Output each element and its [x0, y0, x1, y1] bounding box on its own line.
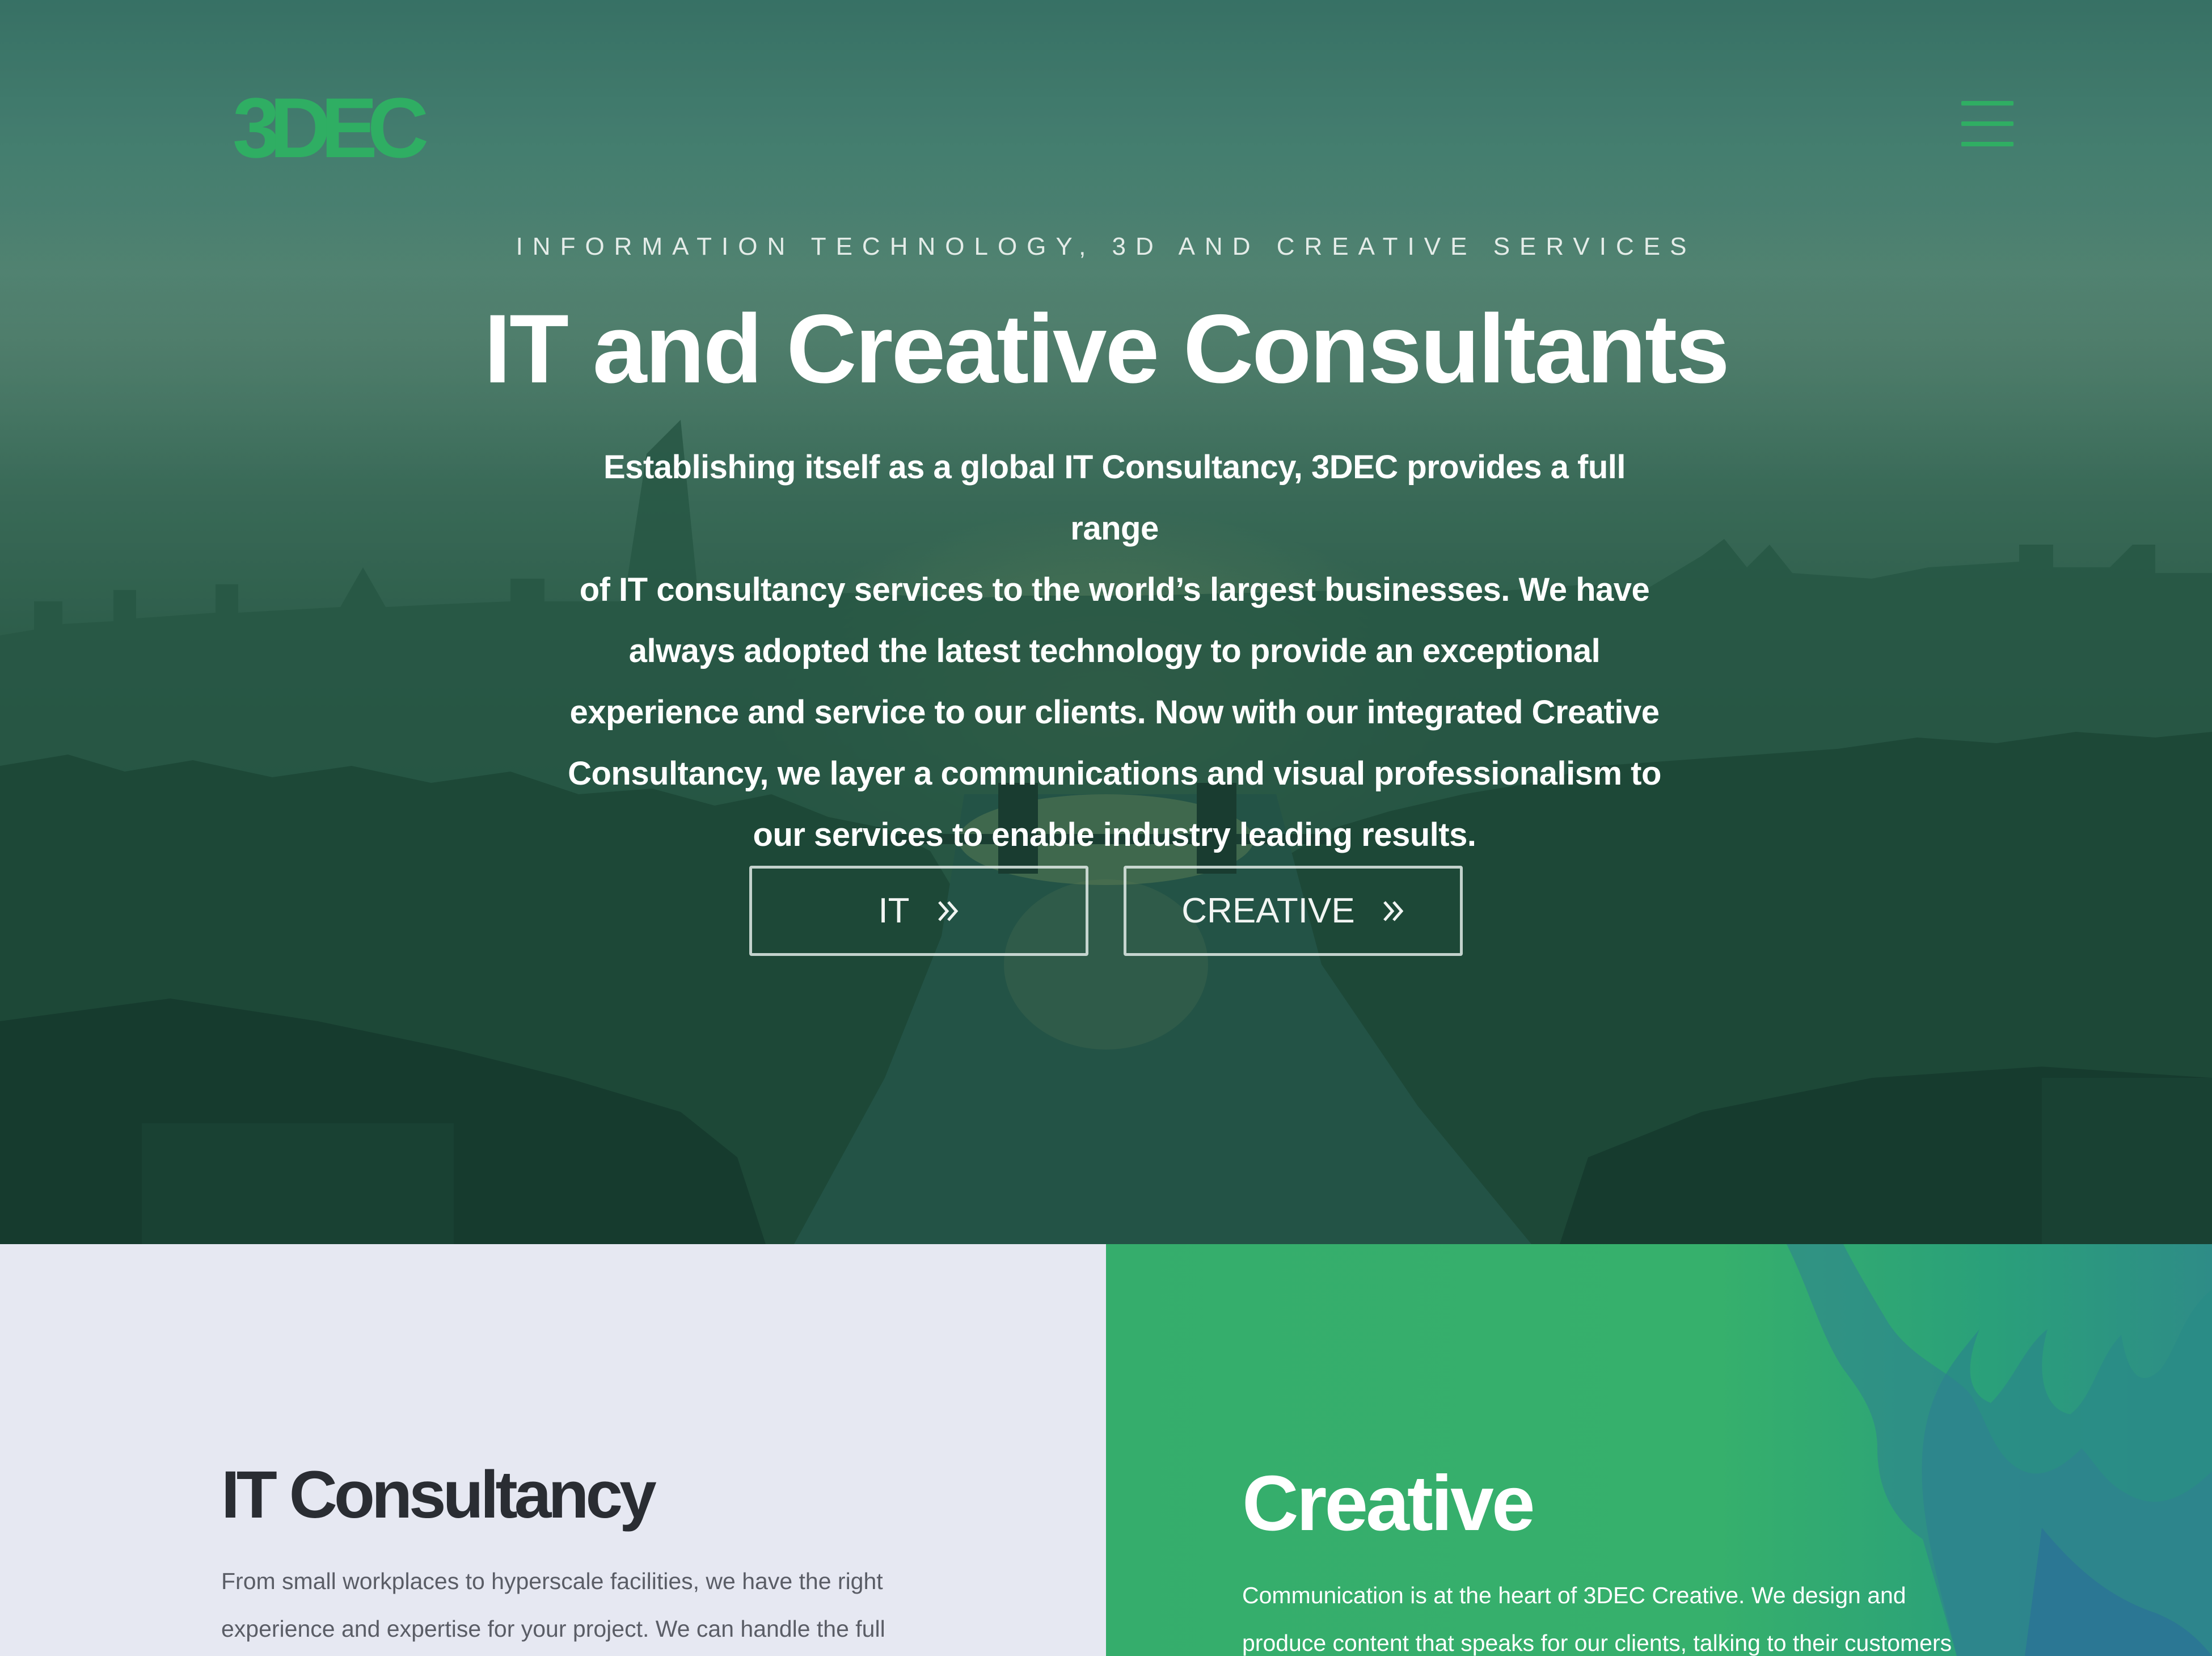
creative-title: Creative: [1242, 1460, 1535, 1547]
hero-description-line: always adopted the latest technology to …: [628, 633, 1601, 669]
hero-description: Establishing itself as a global IT Consu…: [562, 437, 1668, 866]
hero-description-line: Consultancy, we layer a communications a…: [568, 755, 1661, 792]
hero-description-line: of IT consultancy services to the world’…: [579, 571, 1650, 608]
creative-description-line: Communication is at the heart of 3DEC Cr…: [1242, 1582, 1906, 1608]
hero-description-line: our services to enable industry leading …: [753, 816, 1476, 853]
logo[interactable]: 3DEC: [233, 85, 429, 170]
hero-eyebrow: INFORMATION TECHNOLOGY, 3D AND CREATIVE …: [516, 233, 1696, 260]
menu-bar-bottom: [1961, 142, 2013, 146]
it-consultancy-title: IT Consultancy: [221, 1457, 657, 1532]
creative-button[interactable]: CREATIVE: [1124, 866, 1463, 956]
creative-description-line: produce content that speaks for our clie…: [1242, 1630, 1952, 1656]
menu-bar-top: [1961, 101, 2013, 106]
hero-title: IT and Creative Consultants: [484, 294, 1730, 403]
creative-button-label: CREATIVE: [1181, 891, 1355, 930]
double-chevron-right-icon: [1382, 899, 1405, 924]
hero-description-line: Establishing itself as a global IT Consu…: [603, 449, 1626, 547]
hamburger-menu-icon[interactable]: [1961, 101, 2013, 146]
it-description-line: experience and expertise for your projec…: [221, 1616, 885, 1642]
double-chevron-right-icon: [937, 899, 960, 924]
creative-description: Communication is at the heart of 3DEC Cr…: [1242, 1571, 2013, 1656]
it-button[interactable]: IT: [749, 866, 1088, 956]
it-consultancy-description: From small workplaces to hyperscale faci…: [221, 1557, 959, 1653]
hero-description-line: experience and service to our clients. N…: [569, 694, 1660, 731]
it-button-label: IT: [878, 891, 910, 930]
it-description-line: From small workplaces to hyperscale faci…: [221, 1568, 883, 1594]
menu-bar-middle: [1961, 121, 2013, 126]
